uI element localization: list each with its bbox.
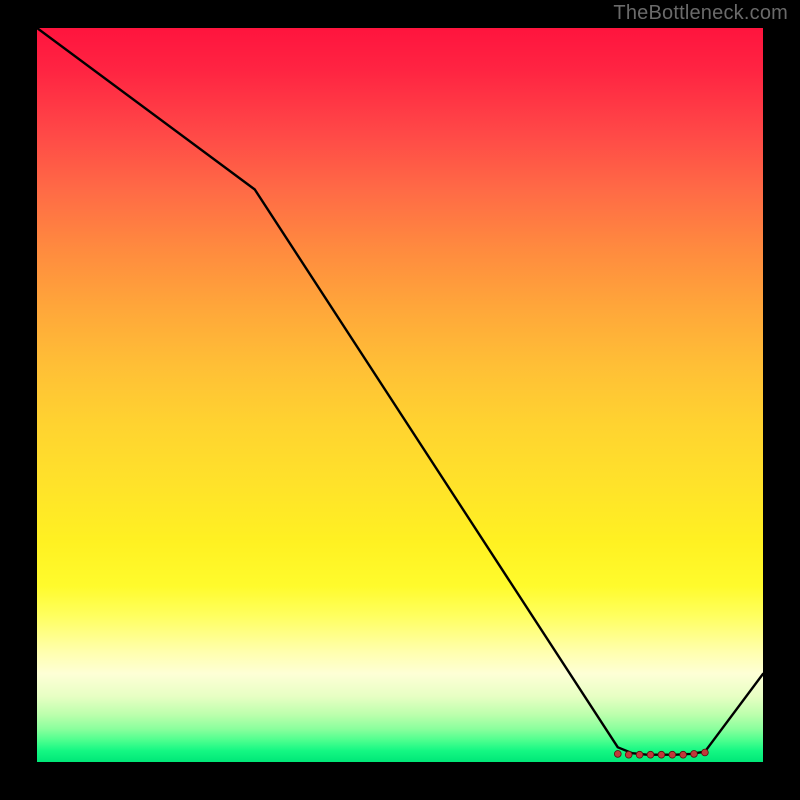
marker-dot: [658, 751, 665, 758]
marker-dot: [647, 751, 654, 758]
marker-dot: [636, 751, 643, 758]
marker-dot: [680, 751, 687, 758]
marker-dot: [669, 751, 676, 758]
chart-svg: [37, 28, 763, 762]
chart-frame: TheBottleneck.com: [0, 0, 800, 800]
marker-dot: [614, 751, 621, 758]
marker-dot: [702, 749, 709, 756]
series-curve: [37, 28, 763, 755]
plot-area: [37, 28, 763, 762]
marker-dot: [691, 751, 698, 758]
marker-dot: [625, 751, 632, 758]
attribution-label: TheBottleneck.com: [613, 2, 788, 25]
